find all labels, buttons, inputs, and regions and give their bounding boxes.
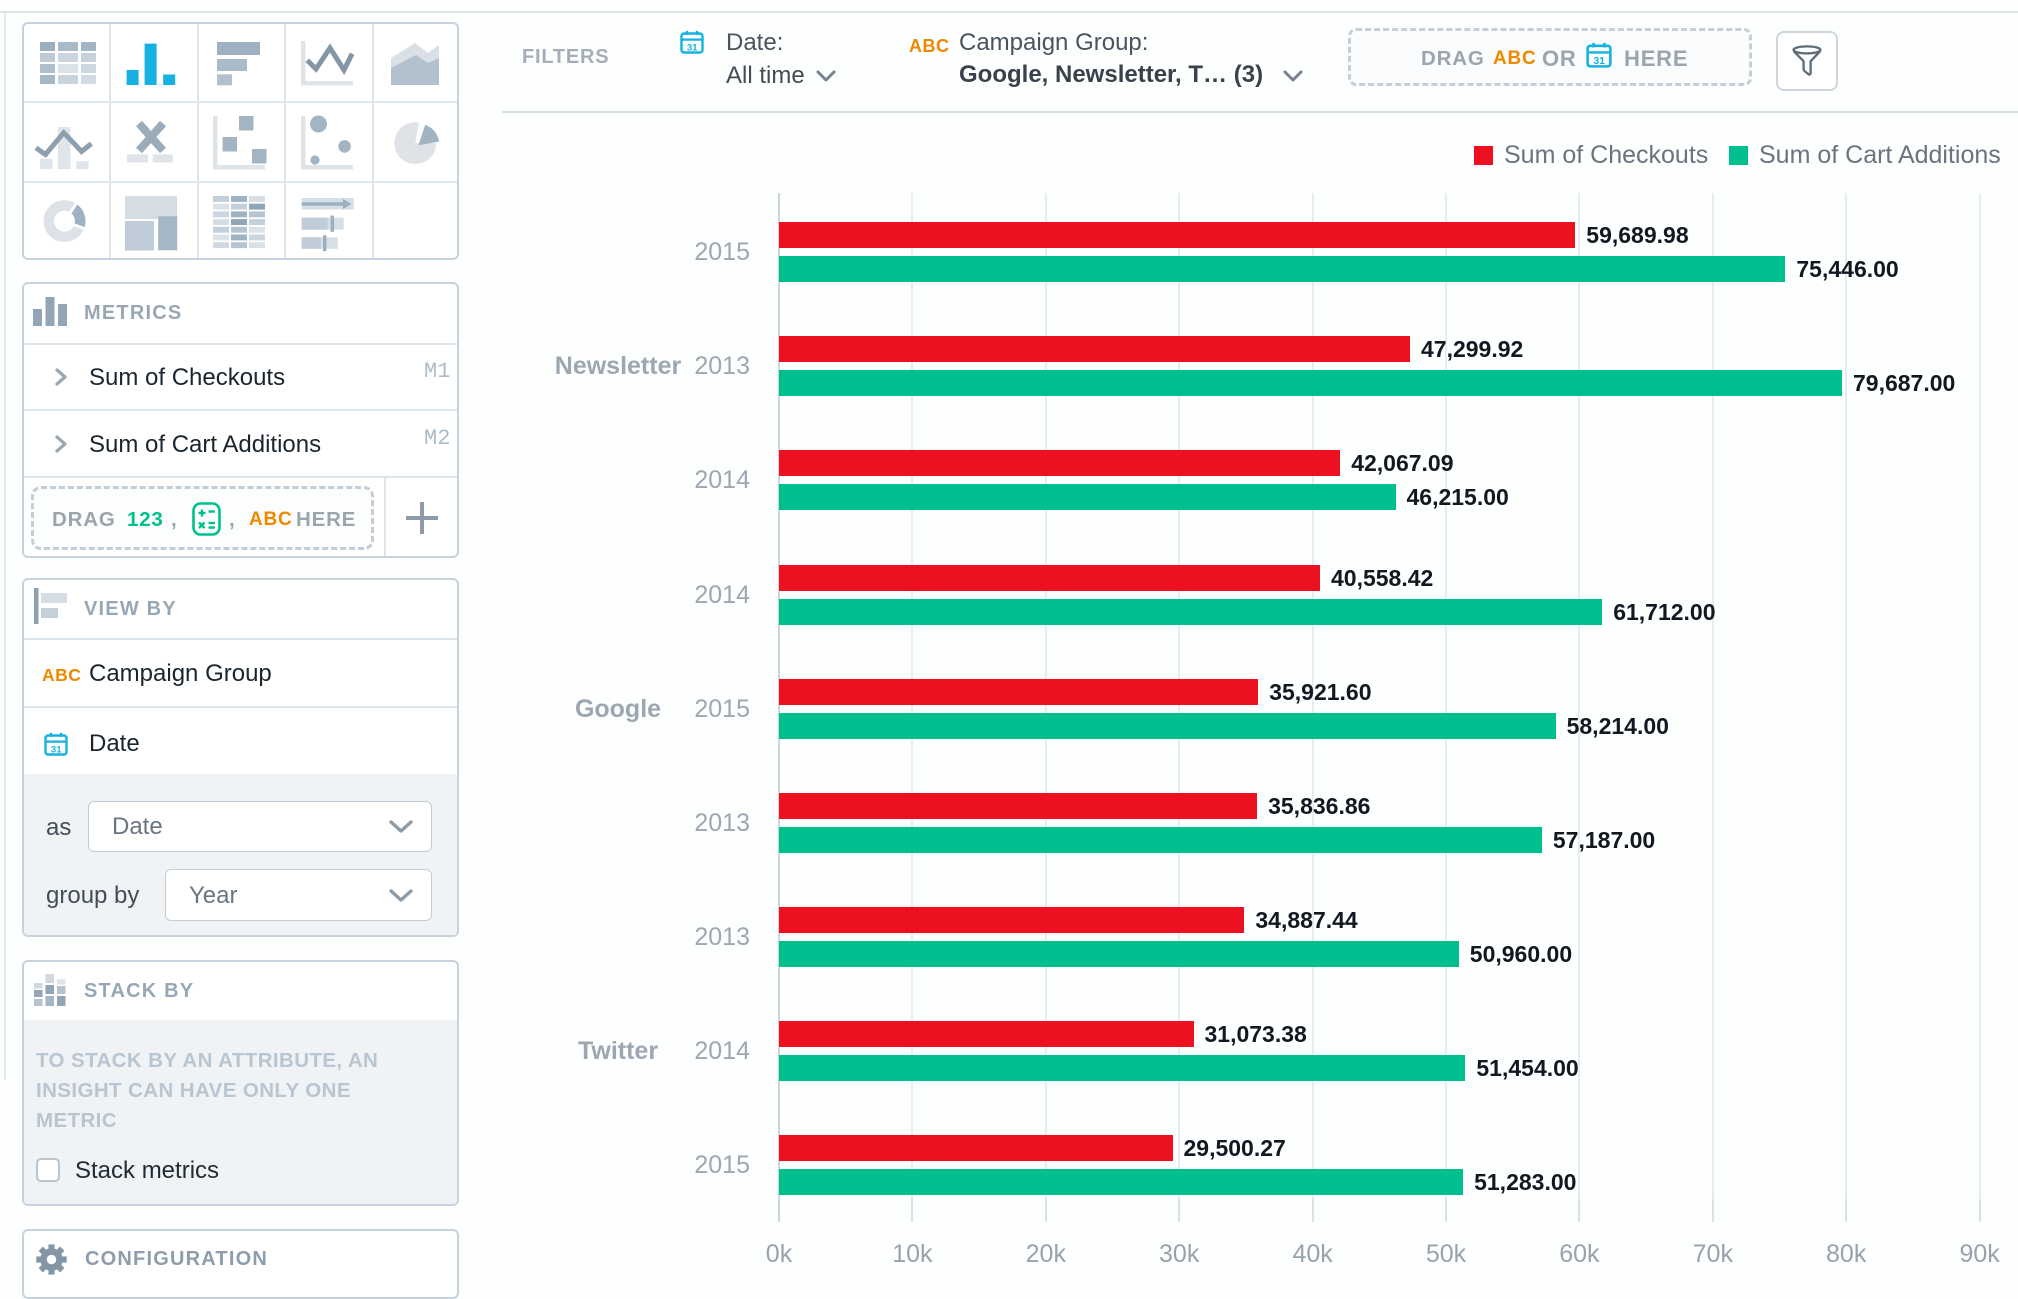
svg-text:31: 31 [1593,56,1605,67]
svg-text:31: 31 [687,43,698,54]
svg-text:31: 31 [51,745,62,756]
